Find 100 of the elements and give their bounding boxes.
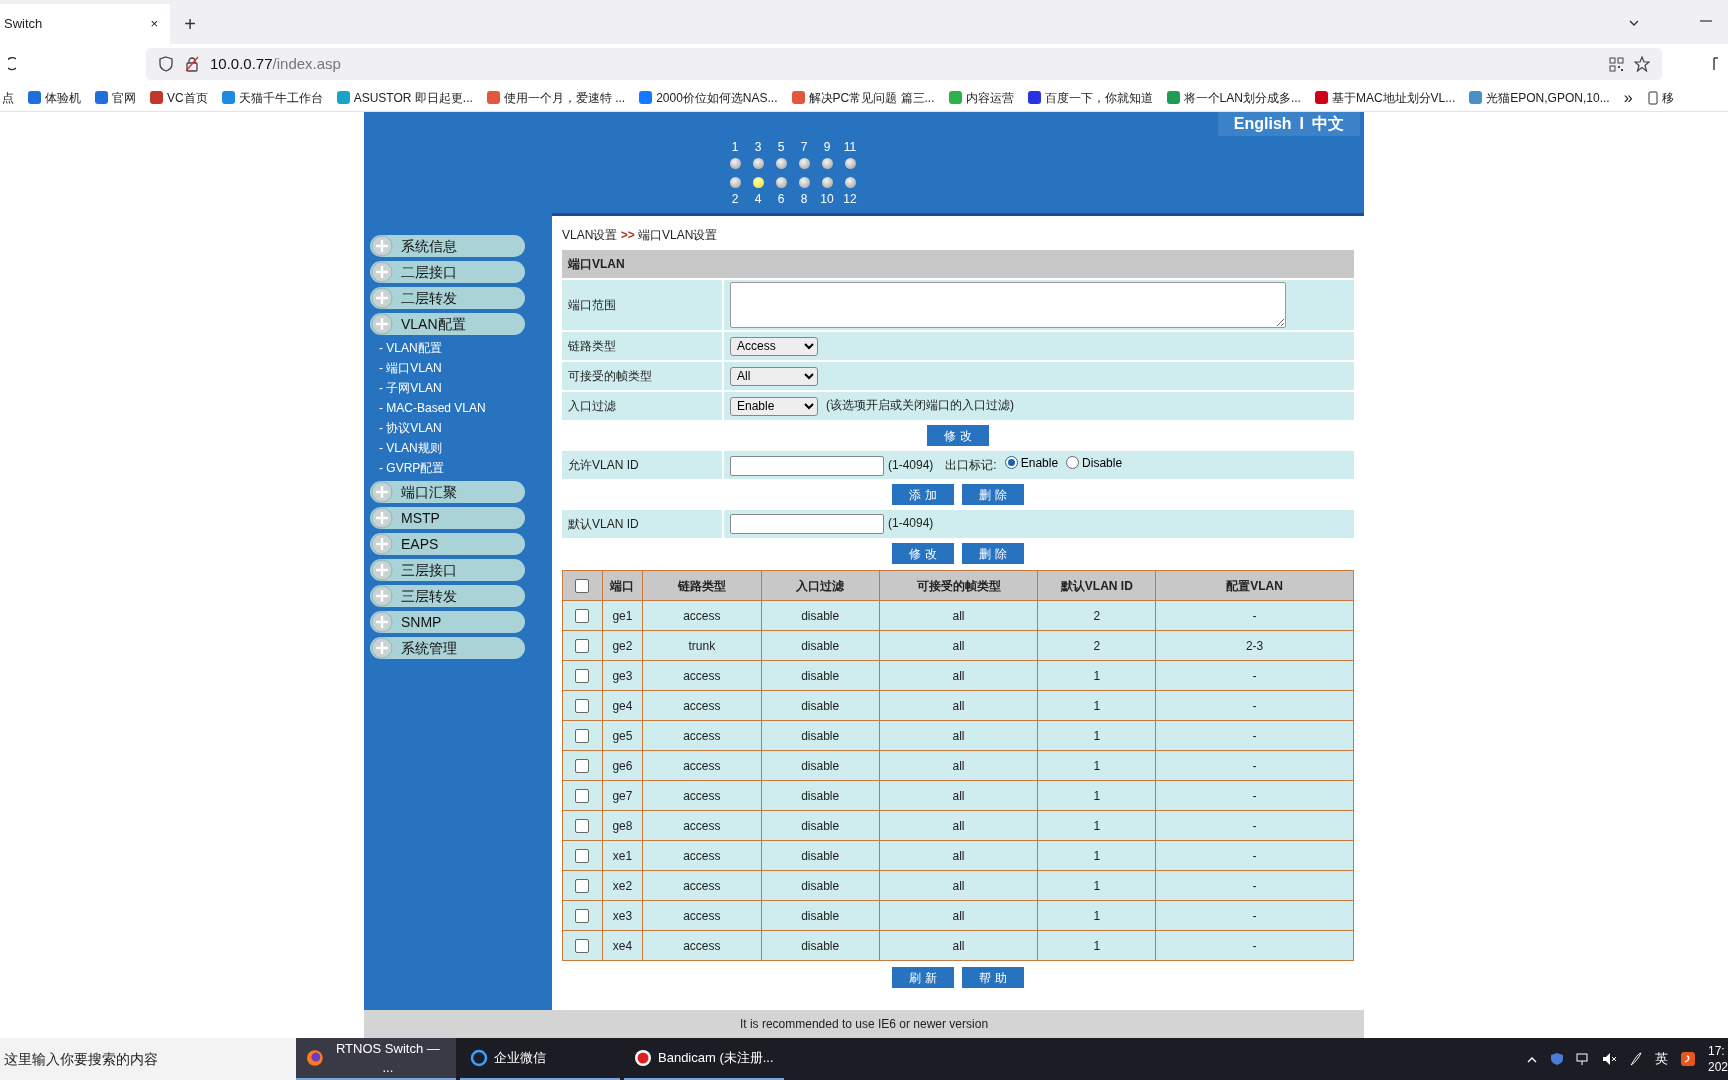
search-field[interactable]: 这里输入你要搜索的内容 (0, 1038, 296, 1080)
bookmark-link[interactable]: 使用一个月，爱速特 ... (486, 88, 626, 107)
menu-item[interactable]: 系统管理 (370, 637, 525, 659)
menu-item[interactable]: 端口汇聚 (370, 481, 525, 503)
shield-icon[interactable] (158, 56, 174, 72)
menu-item[interactable]: MSTP (370, 507, 525, 529)
bookmark-link[interactable]: 2000价位如何选NAS... (639, 88, 778, 107)
row-checkbox[interactable] (575, 669, 590, 684)
submenu-link[interactable]: - VLAN规则 (370, 439, 552, 459)
submenu-link[interactable]: - 协议VLAN (370, 419, 552, 439)
input-field[interactable] (730, 456, 884, 477)
dropdown[interactable]: Access (730, 336, 818, 356)
menu-item[interactable]: 二层转发 (370, 287, 525, 309)
taskbar-app[interactable]: 企业微信 (460, 1038, 620, 1080)
bookmark-link[interactable]: 百度一下，你就知道 (1027, 88, 1153, 107)
row-checkbox[interactable] (575, 789, 590, 804)
dropdown[interactable]: Enable (730, 396, 818, 416)
mute-icon[interactable] (1602, 1052, 1617, 1066)
language-link[interactable]: English (1233, 112, 1292, 136)
menu-item[interactable]: 二层接口 (370, 261, 525, 283)
bookmark-link[interactable]: 天猫千牛工作台 (221, 88, 323, 107)
pen-icon[interactable] (1629, 1052, 1643, 1066)
taskbar-app[interactable]: Bandicam (未注册... (624, 1038, 784, 1080)
reload-icon[interactable] (8, 57, 16, 71)
row-checkbox[interactable] (575, 609, 590, 624)
menu-item[interactable]: 系统信息 (370, 235, 525, 257)
table-cell: access (642, 870, 762, 901)
bookmark-link[interactable]: 官网 (95, 88, 136, 107)
table-cell: all (879, 810, 1038, 841)
table-cell: disable (761, 900, 880, 931)
taskbar-app[interactable]: RTNOS Switch — ... (296, 1038, 456, 1080)
menu-item[interactable]: 三层转发 (370, 585, 525, 607)
row-checkbox[interactable] (575, 699, 590, 714)
breadcrumb-link[interactable]: VLAN设置 (562, 228, 618, 242)
table-cell: - (1155, 780, 1354, 811)
browser-tab[interactable]: Switch × (0, 4, 170, 44)
input-field[interactable] (730, 514, 884, 534)
qr-code-icon[interactable] (1609, 56, 1624, 72)
tab-title: Switch (4, 15, 43, 34)
bookmark-link[interactable]: 解决PC常见问题 篇三... (791, 88, 935, 107)
table-cell: access (642, 780, 762, 811)
app-tray-icon[interactable] (1680, 1051, 1696, 1067)
table-cell: 1 (1037, 840, 1156, 871)
url-text[interactable]: 10.0.0.77/index.asp (210, 52, 341, 76)
text-area[interactable] (730, 282, 1286, 328)
row-checkbox[interactable] (575, 639, 590, 654)
bookmark-link[interactable]: 光猫EPON,GPON,10... (1469, 88, 1610, 107)
bookmark-link[interactable]: ASUSTOR 即日起更... (336, 88, 473, 107)
action-button[interactable]: 添 加 (892, 484, 954, 505)
menu-item[interactable]: EAPS (370, 533, 525, 555)
action-button[interactable]: 帮 助 (962, 967, 1024, 988)
row-checkbox[interactable] (575, 759, 590, 774)
submenu-link[interactable]: - MAC-Based VLAN (370, 399, 552, 419)
submenu-link[interactable]: - 子网VLAN (370, 379, 552, 399)
menu-item[interactable]: VLAN配置 (370, 313, 525, 335)
chevron-down-icon[interactable] (1628, 18, 1640, 28)
row-checkbox[interactable] (575, 879, 590, 894)
row-checkbox[interactable] (575, 729, 590, 744)
shield-icon[interactable] (1550, 1052, 1564, 1066)
close-button[interactable]: × (150, 14, 158, 34)
bookmark-link[interactable]: 点 (2, 88, 14, 107)
lock-icon[interactable] (184, 56, 200, 72)
language-link[interactable]: 中文 (1312, 112, 1344, 136)
submenu-link[interactable]: - VLAN配置 (370, 339, 552, 359)
bookmark-link[interactable]: 移 (1646, 88, 1674, 107)
port-number: 2 (731, 192, 739, 206)
action-button[interactable]: 刷 新 (892, 967, 954, 988)
row-checkbox[interactable] (575, 819, 590, 834)
radio-option[interactable]: Enable (1004, 453, 1059, 472)
submenu-link[interactable]: - 端口VLAN (370, 359, 552, 379)
star-icon[interactable] (1634, 56, 1650, 72)
table-cell: 2 (1037, 600, 1156, 631)
row-checkbox[interactable] (575, 849, 590, 864)
action-button[interactable]: 修 改 (927, 425, 989, 446)
action-button[interactable]: 删 除 (962, 543, 1024, 564)
network-icon[interactable] (1576, 1052, 1590, 1066)
action-button[interactable]: 修 改 (892, 543, 954, 564)
bookmark-link[interactable]: 基于MAC地址划分VL... (1314, 88, 1456, 107)
column-header: 配置VLAN (1155, 570, 1354, 601)
menu-item[interactable]: 三层接口 (370, 559, 525, 581)
menu-item[interactable]: SNMP (370, 611, 525, 633)
input-method-label[interactable]: 英 (1655, 1049, 1668, 1069)
bookmark-link[interactable]: 内容运营 (948, 88, 1014, 107)
row-checkbox[interactable] (575, 939, 590, 954)
select-all-checkbox[interactable] (575, 579, 590, 594)
more-bookmarks-button[interactable]: » (1623, 85, 1633, 110)
radio-option[interactable]: Disable (1066, 453, 1123, 472)
submenu-link[interactable]: - GVRP配置 (370, 459, 552, 479)
bookmark-link[interactable]: 体验机 (28, 88, 81, 107)
bookmark-link[interactable]: VC首页 (150, 88, 208, 107)
table-cell: 1 (1037, 780, 1156, 811)
dropdown[interactable]: All (730, 366, 818, 386)
action-button[interactable]: 删 除 (962, 484, 1024, 505)
bookmark-link[interactable]: 将一个LAN划分成多... (1166, 88, 1301, 107)
row-checkbox[interactable] (575, 909, 590, 924)
table-cell: all (879, 660, 1038, 691)
table-cell: - (1155, 690, 1354, 721)
table-cell: disable (761, 600, 880, 631)
plus-icon (371, 585, 393, 607)
new-tab-button[interactable]: + (170, 4, 210, 44)
